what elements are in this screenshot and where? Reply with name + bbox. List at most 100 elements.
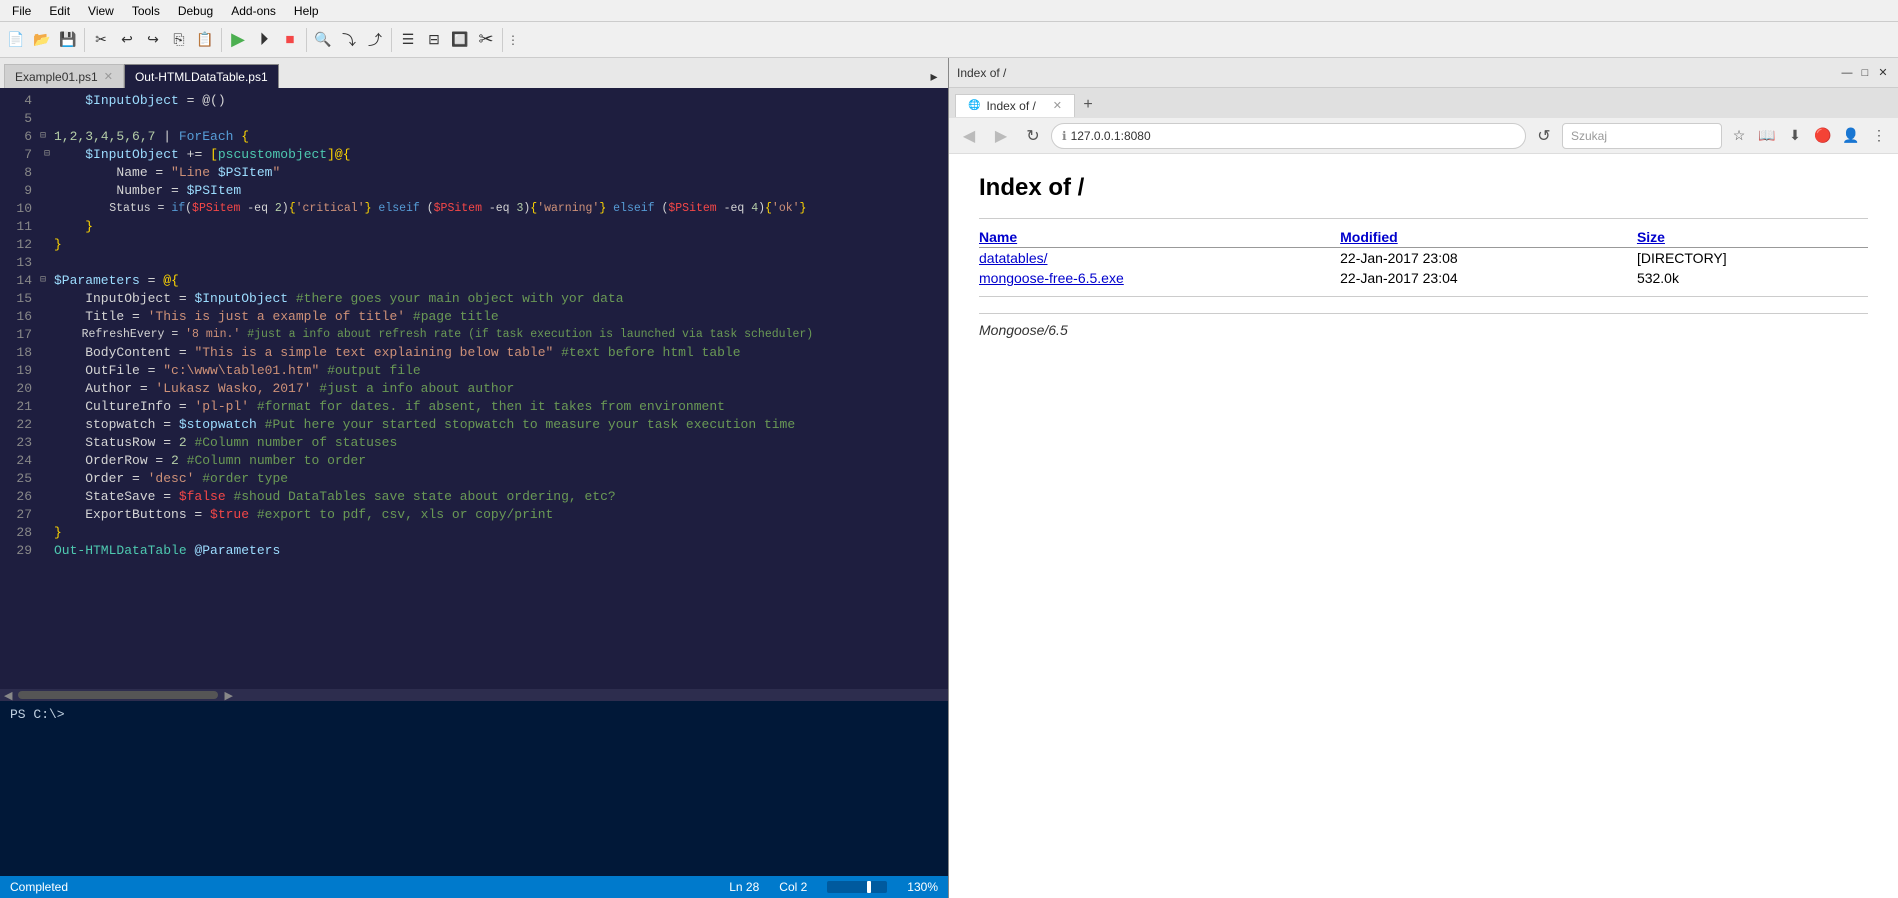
tab-htmldatatable[interactable]: Out-HTMLDataTable.ps1	[124, 64, 279, 88]
forward-button[interactable]: ▶	[987, 122, 1015, 150]
maximize-button[interactable]: □	[1858, 66, 1872, 80]
toolbar-extra: ⋮	[507, 33, 519, 47]
row2-modified: 22-Jan-2017 23:04	[1340, 268, 1637, 288]
cut-button[interactable]: ✂	[89, 28, 113, 52]
code-line-15: 15 InputObject = $InputObject #there goe…	[0, 290, 948, 308]
minimize-button[interactable]: —	[1840, 66, 1854, 80]
open-button[interactable]: 📂	[30, 28, 54, 52]
separator-1	[84, 28, 85, 52]
close-browser-tab[interactable]: ✕	[1053, 99, 1062, 112]
redo-button[interactable]: ↪	[141, 28, 165, 52]
bookmark-star-icon[interactable]: ☆	[1726, 123, 1752, 149]
separator-5	[502, 28, 503, 52]
tab-scroll[interactable]: ▸	[924, 64, 944, 88]
code-line-10: 10 Status = if($PSitem -eq 2){'critical'…	[0, 200, 948, 218]
scroll-left[interactable]: ◀	[0, 689, 16, 702]
code-line-26: 26 StateSave = $false #shoud DataTables …	[0, 488, 948, 506]
snip-button[interactable]: ✂	[474, 28, 498, 52]
reload-button[interactable]: ↺	[1530, 122, 1558, 150]
address-bar[interactable]: ℹ 127.0.0.1:8080	[1051, 123, 1526, 149]
code-line-12: 12 }	[0, 236, 948, 254]
search-bar[interactable]: Szukaj	[1562, 123, 1722, 149]
browser-tab-index[interactable]: 🌐 Index of / ✕	[955, 94, 1075, 117]
scroll-right[interactable]: ▶	[220, 689, 236, 702]
code-line-28: 28 }	[0, 524, 948, 542]
mongoose-link[interactable]: mongoose-free-6.5.exe	[979, 270, 1124, 286]
status-zoom-slider[interactable]	[827, 881, 887, 893]
step-in-button[interactable]: ⤵	[337, 28, 361, 52]
code-line-22: 22 stopwatch = $stopwatch #Put here your…	[0, 416, 948, 434]
col-size-header: Size	[1637, 227, 1868, 248]
code-line-29: 29 Out-HTMLDataTable @Parameters	[0, 542, 948, 560]
menu-addons[interactable]: Add-ons	[223, 2, 284, 20]
menu-view[interactable]: View	[80, 2, 122, 20]
browser-tab-bar: 🌐 Index of / ✕ +	[949, 88, 1898, 118]
code-line-4: 4 $InputObject = @()	[0, 92, 948, 110]
tab-bar: Example01.ps1 ✕ Out-HTMLDataTable.ps1 ▸	[0, 58, 948, 88]
row1-modified: 22-Jan-2017 23:08	[1340, 248, 1637, 269]
col-size-link[interactable]: Size	[1637, 229, 1665, 245]
new-tab-button[interactable]: +	[1075, 92, 1101, 118]
info-icon: ℹ	[1062, 129, 1067, 143]
extension-icon[interactable]: 🔴	[1810, 123, 1836, 149]
split-pane-button[interactable]: ⊟	[422, 28, 446, 52]
run-selection-button[interactable]: ⏵	[252, 28, 276, 52]
menu-tools[interactable]: Tools	[124, 2, 168, 20]
col-name-header: Name	[979, 227, 1340, 248]
scroll-thumb[interactable]	[18, 691, 218, 699]
tab-example01[interactable]: Example01.ps1 ✕	[4, 64, 124, 88]
browser-titlebar: Index of / — □ ✕	[949, 58, 1898, 88]
browser-window-title: Index of /	[957, 66, 1006, 80]
code-line-23: 23 StatusRow = 2 #Column number of statu…	[0, 434, 948, 452]
col-modified-link[interactable]: Modified	[1340, 229, 1398, 245]
status-ln: Ln 28	[729, 880, 759, 894]
toggle-panes-button[interactable]: ☰	[396, 28, 420, 52]
browser-window-buttons: — □ ✕	[1840, 66, 1890, 80]
zoom-button[interactable]: 🔲	[448, 28, 472, 52]
new-button[interactable]: 📄	[4, 28, 28, 52]
menu-file[interactable]: File	[4, 2, 39, 20]
index-divider-bottom	[979, 296, 1868, 297]
main-area: Example01.ps1 ✕ Out-HTMLDataTable.ps1 ▸ …	[0, 58, 1898, 898]
reading-mode-icon[interactable]: 📖	[1754, 123, 1780, 149]
status-right: Ln 28 Col 2 130%	[729, 880, 938, 894]
menu-debug[interactable]: Debug	[170, 2, 221, 20]
stop-button[interactable]: ⏹	[278, 28, 302, 52]
paste-button[interactable]: 📋	[193, 28, 217, 52]
table-row-datatables: datatables/ 22-Jan-2017 23:08 [DIRECTORY…	[979, 248, 1868, 269]
col-modified-header: Modified	[1340, 227, 1637, 248]
code-editor[interactable]: 4 $InputObject = @() 5 6 ⊟ 1,2,3,4,5,6,7…	[0, 88, 948, 689]
horizontal-scrollbar[interactable]: ◀ ▶	[0, 689, 948, 701]
profile-icon[interactable]: 👤	[1838, 123, 1864, 149]
debug-button[interactable]: 🔍	[311, 28, 335, 52]
refresh-button[interactable]: ↻	[1019, 122, 1047, 150]
close-tab-example01[interactable]: ✕	[104, 70, 113, 83]
close-button[interactable]: ✕	[1876, 66, 1890, 80]
address-text: 127.0.0.1:8080	[1071, 129, 1151, 143]
browser-navbar: ◀ ▶ ↻ ℹ 127.0.0.1:8080 ↺ Szukaj ☆ 📖 ⬇ 🔴 …	[949, 118, 1898, 154]
terminal[interactable]: PS C:\>	[0, 701, 948, 876]
menu-help[interactable]: Help	[286, 2, 327, 20]
code-line-17: 17 RefreshEvery = '8 min.' #just a info …	[0, 326, 948, 344]
download-icon[interactable]: ⬇	[1782, 123, 1808, 149]
row2-size: 532.0k	[1637, 268, 1868, 288]
code-line-13: 13	[0, 254, 948, 272]
menu-edit[interactable]: Edit	[41, 2, 78, 20]
more-actions-icon[interactable]: ⋮	[1866, 123, 1892, 149]
code-line-14: 14 ⊟ $Parameters = @{	[0, 272, 948, 290]
datatables-link[interactable]: datatables/	[979, 250, 1048, 266]
save-button[interactable]: 💾	[56, 28, 80, 52]
code-line-21: 21 CultureInfo = 'pl-pl' #format for dat…	[0, 398, 948, 416]
toolbar: 📄 📂 💾 ✂ ↩ ↪ ⎘ 📋 ▶ ⏵ ⏹ 🔍 ⤵ ⤴ ☰ ⊟ 🔲 ✂ ⋮	[0, 22, 1898, 58]
col-name-link[interactable]: Name	[979, 229, 1017, 245]
copy-button[interactable]: ⎘	[167, 28, 191, 52]
code-line-16: 16 Title = 'This is just a example of ti…	[0, 308, 948, 326]
step-out-button[interactable]: ⤴	[363, 28, 387, 52]
undo-button[interactable]: ↩	[115, 28, 139, 52]
terminal-prompt: PS C:\>	[10, 707, 65, 722]
index-footer: Mongoose/6.5	[979, 313, 1868, 338]
run-button[interactable]: ▶	[226, 28, 250, 52]
code-line-20: 20 Author = 'Lukasz Wasko, 2017' #just a…	[0, 380, 948, 398]
back-button[interactable]: ◀	[955, 122, 983, 150]
index-title: Index of /	[979, 174, 1868, 202]
